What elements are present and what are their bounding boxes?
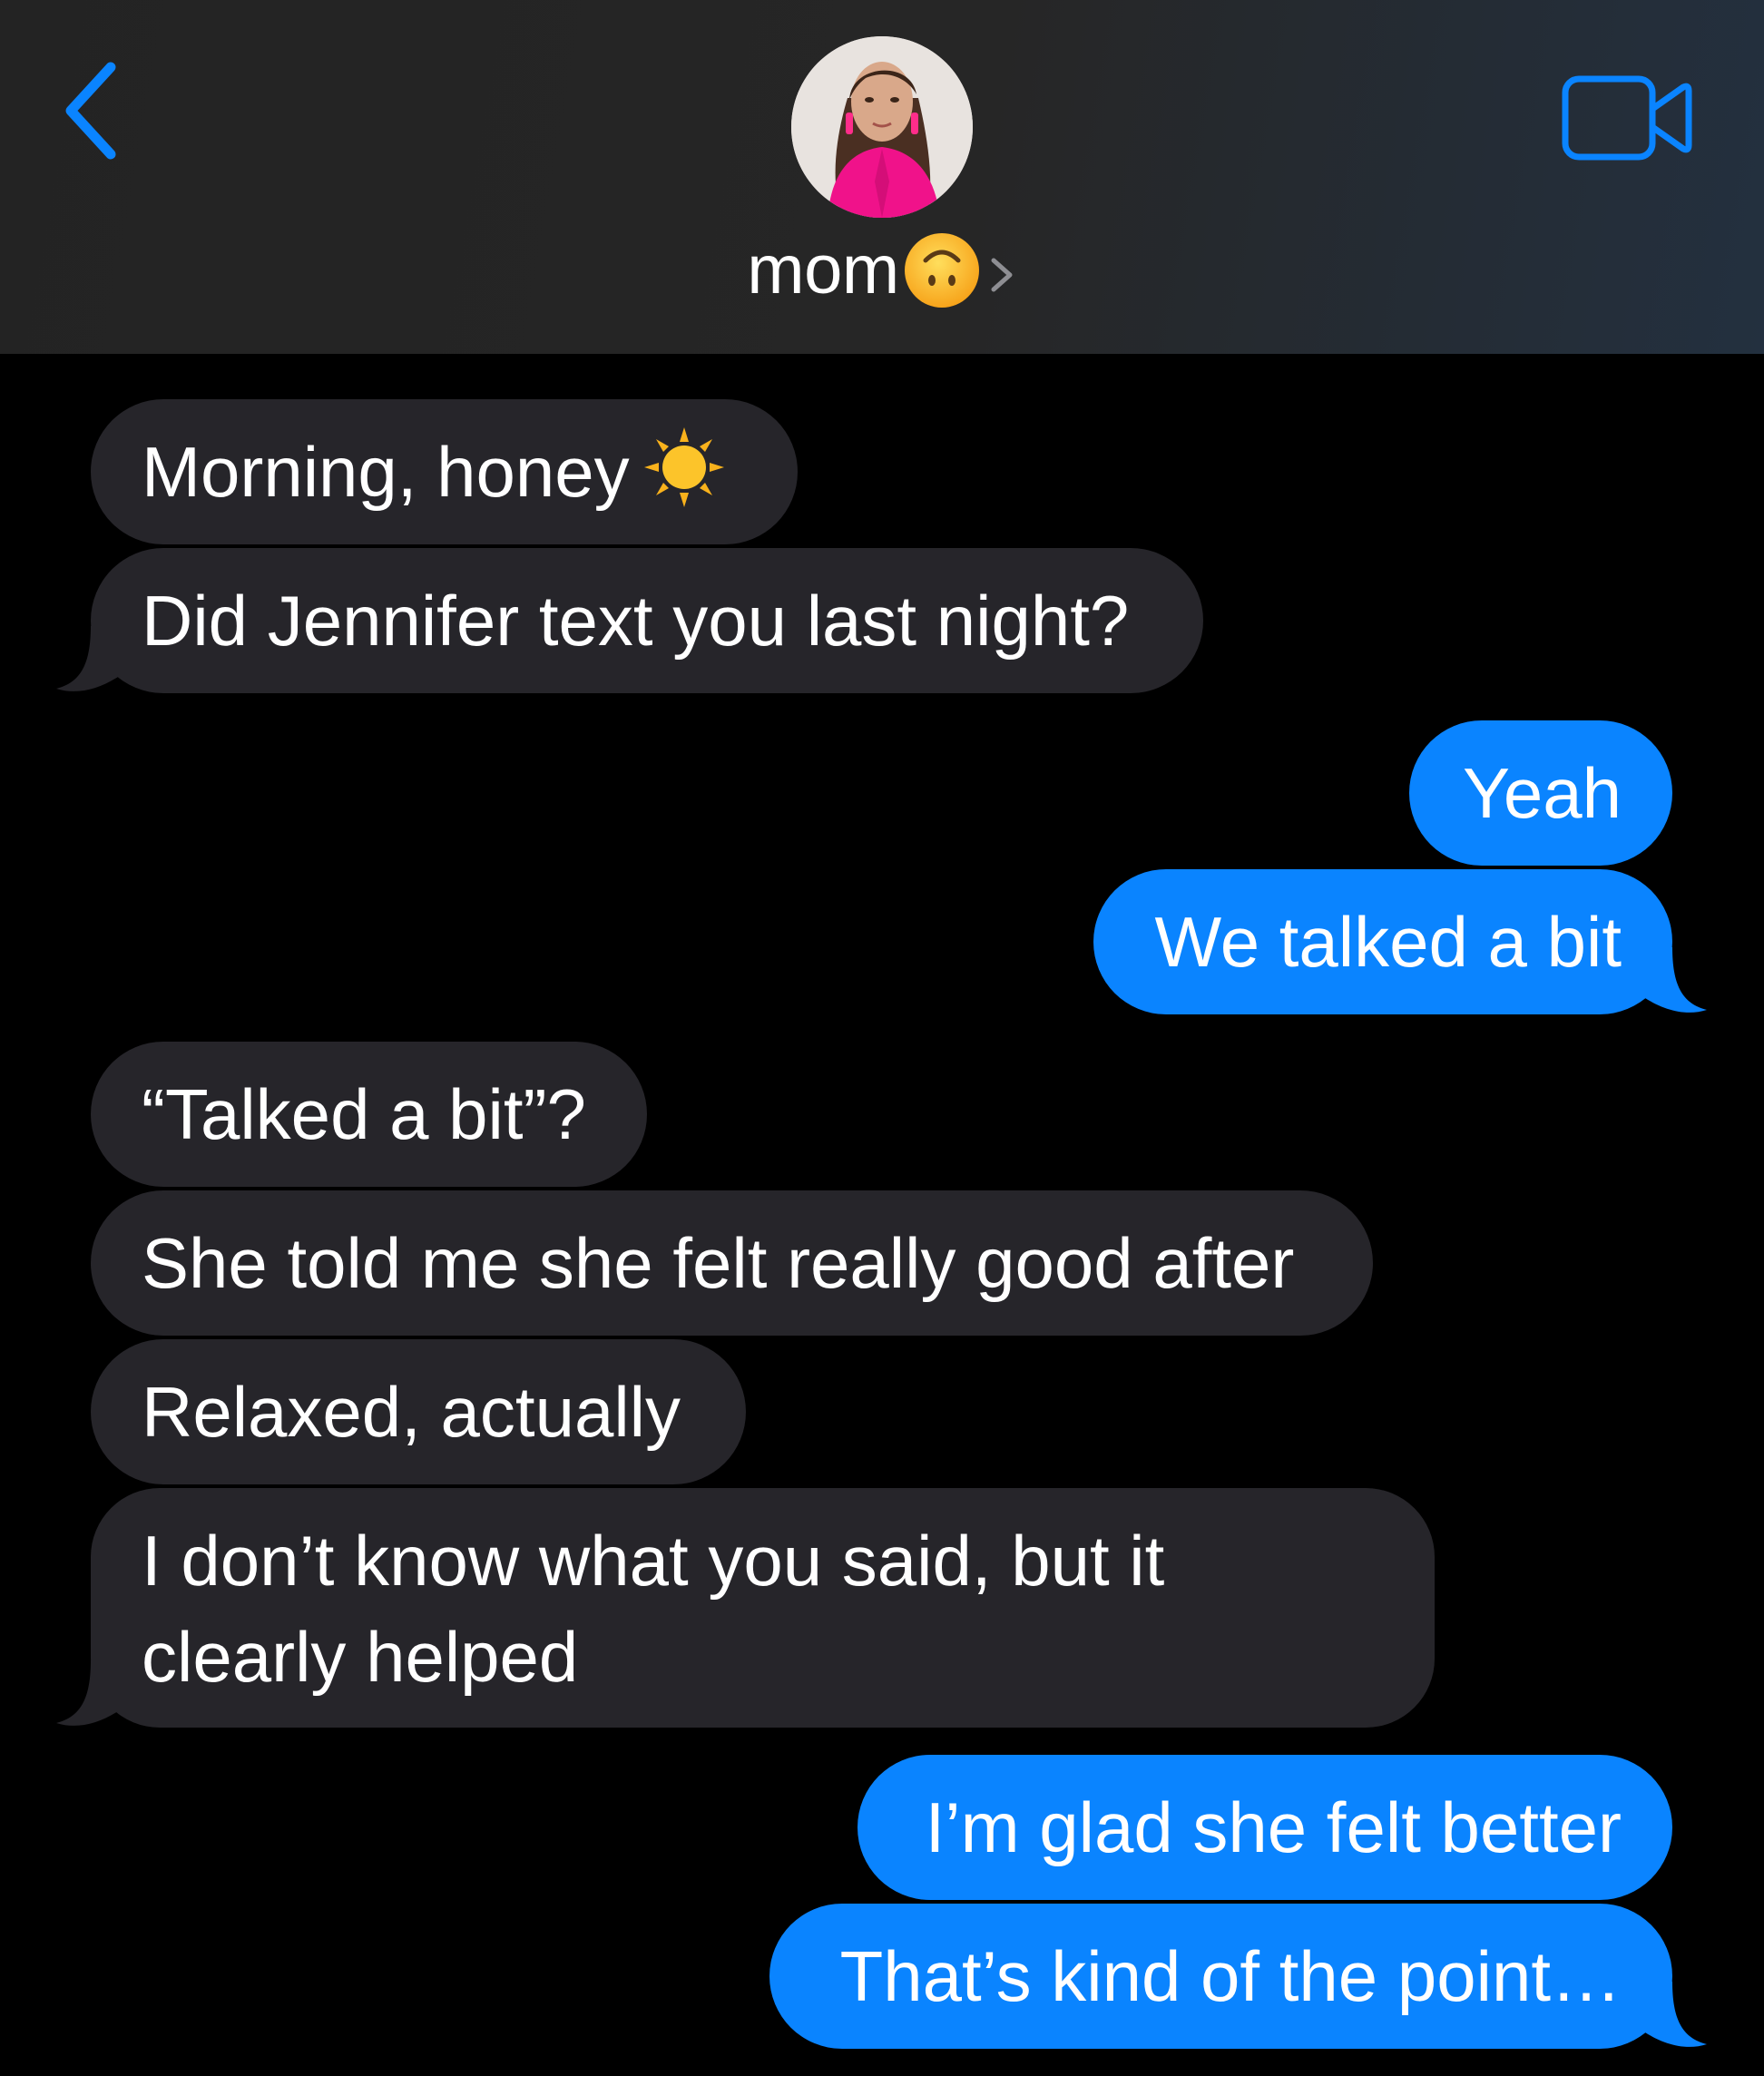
message-text: We talked a bit: [1154, 902, 1622, 982]
bubble-tail: [1645, 1982, 1707, 2047]
chevron-left-icon[interactable]: [54, 56, 127, 165]
message-bubble-incoming[interactable]: She told me she felt really good after: [91, 1190, 1373, 1336]
bubble-tail: [1645, 947, 1707, 1013]
contact-name-button[interactable]: mom: [0, 225, 1764, 316]
message-text: “Talked a bit”?: [142, 1074, 586, 1154]
message-text: Morning, honey: [142, 432, 630, 512]
message-text: She told me she felt really good after: [142, 1223, 1295, 1303]
message-text: Yeah: [1462, 753, 1622, 833]
message-bubble-incoming[interactable]: Morning, honey: [91, 399, 798, 544]
message-list[interactable]: Morning, honey Did Jennifer text you las…: [0, 354, 1764, 2076]
upside-down-face-emoji: [904, 233, 979, 308]
sun-emoji: [643, 427, 724, 507]
message-text-line: clearly helped: [142, 1617, 579, 1697]
message-bubble-incoming[interactable]: “Talked a bit”?: [91, 1042, 647, 1187]
message-text: Relaxed, actually: [142, 1372, 681, 1452]
message-bubble-outgoing[interactable]: I’m glad she felt better: [858, 1755, 1672, 1900]
avatar[interactable]: [791, 36, 973, 218]
message-text-line: I don’t know what you said, but it: [142, 1521, 1165, 1601]
message-bubble-outgoing[interactable]: Yeah: [1409, 720, 1672, 866]
message-bubble-incoming[interactable]: I don’t know what you said, but it clear…: [91, 1488, 1435, 1728]
bubble-tail: [56, 1660, 118, 1726]
avatar-photo: [791, 36, 973, 218]
message-text: Did Jennifer text you last night?: [142, 581, 1130, 661]
message-bubble-outgoing[interactable]: We talked a bit: [1093, 869, 1672, 1014]
message-text: That’s kind of the point…: [839, 1936, 1622, 2016]
message-text: I’m glad she felt better: [925, 1787, 1622, 1867]
conversation-header: mom: [0, 0, 1764, 354]
chevron-right-icon: [991, 258, 1013, 292]
message-bubble-incoming[interactable]: Did Jennifer text you last night?: [91, 548, 1203, 693]
message-bubble-outgoing[interactable]: That’s kind of the point…: [769, 1904, 1672, 2049]
video-camera-icon[interactable]: [1561, 73, 1695, 163]
bubble-tail: [56, 626, 118, 691]
contact-name: mom: [747, 231, 899, 308]
message-bubble-incoming[interactable]: Relaxed, actually: [91, 1339, 746, 1484]
